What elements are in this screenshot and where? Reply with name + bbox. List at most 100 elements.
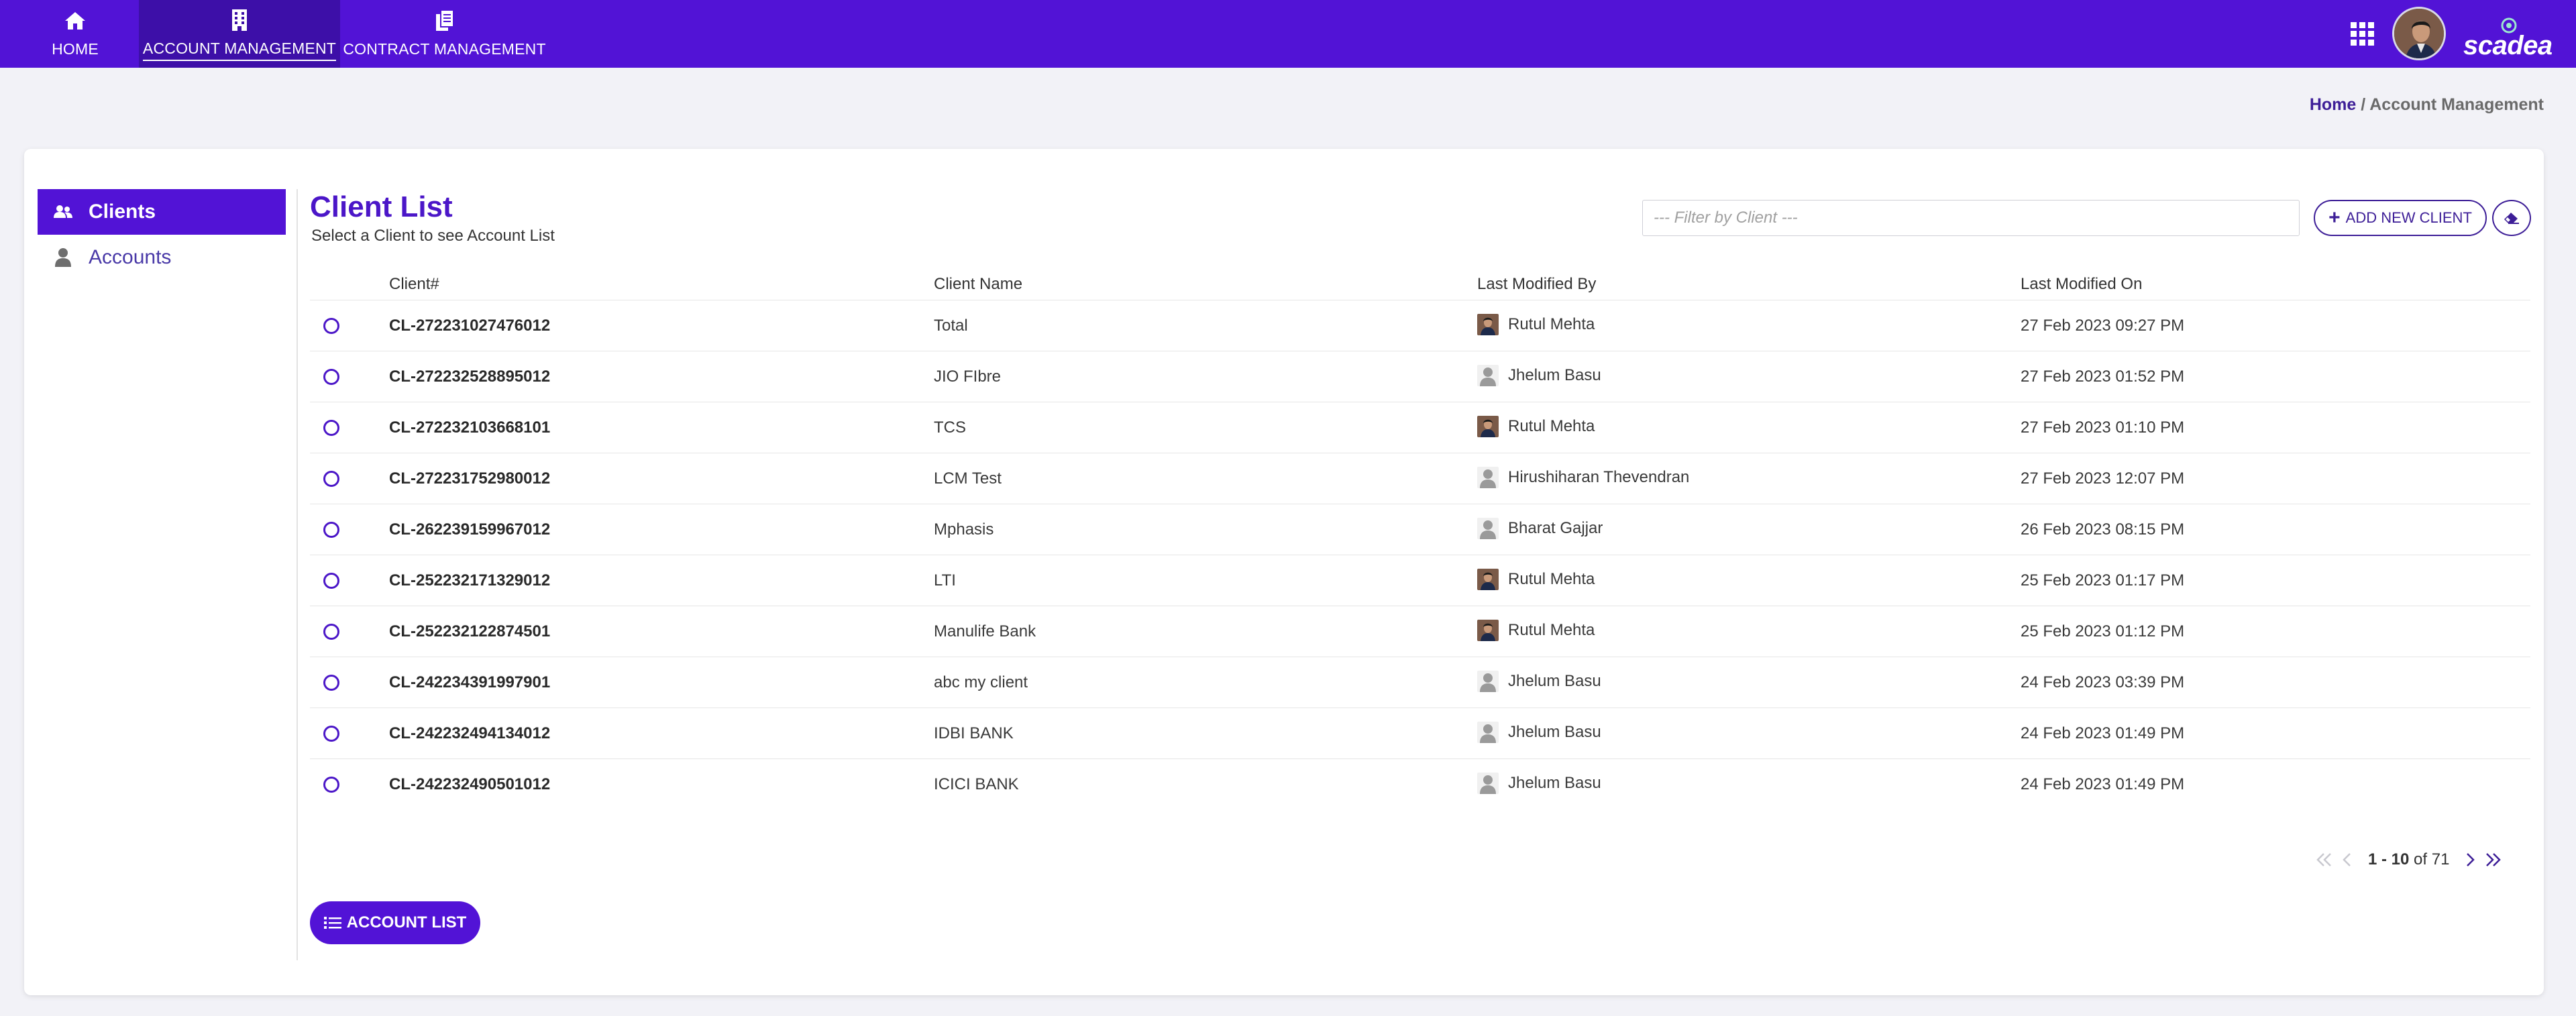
row-select-radio[interactable] [323,675,339,691]
page-title: Client List [310,190,453,223]
table-row[interactable]: CL-252232171329012 LTI Rutul Mehta 25 Fe… [310,555,2530,606]
row-select-radio[interactable] [323,624,339,640]
user-placeholder-icon [1477,365,1499,386]
last-page-icon[interactable] [2481,848,2504,871]
row-select-radio[interactable] [323,471,339,487]
user-icon [52,247,74,268]
row-select-radio[interactable] [323,573,339,589]
account-list-button[interactable]: ACCOUNT LIST [310,901,480,944]
client-name: JIO FIbre [934,368,1002,386]
sidebar-item-label: Accounts [89,246,172,268]
column-header-last-modified-on[interactable]: Last Modified On [2021,275,2142,294]
column-header-client-name[interactable]: Client Name [934,275,1022,294]
table-header: Client# Client Name Last Modified By Las… [310,267,2530,300]
table-row[interactable]: CL-272232103668101 TCS Rutul Mehta 27 Fe… [310,402,2530,453]
row-select-radio[interactable] [323,522,339,538]
column-header-client-id[interactable]: Client# [389,275,439,294]
first-page-icon[interactable] [2313,848,2336,871]
user-photo-icon [1477,620,1499,641]
top-navigation-bar: HOME ACCOUNT MANAGEMENT CONTRACT MANAGEM… [0,0,2576,68]
client-id: CL-242232490501012 [389,775,551,793]
table-row[interactable]: CL-272231027476012 Total Rutul Mehta 27 … [310,300,2530,351]
modified-on: 24 Feb 2023 03:39 PM [2021,673,2185,691]
modified-by-name: Rutul Mehta [1508,621,1595,639]
client-name: Mphasis [934,520,994,539]
modified-by-name: Jhelum Basu [1508,774,1601,792]
user-avatar[interactable] [2392,7,2446,60]
table-row[interactable]: CL-252232122874501 Manulife Bank Rutul M… [310,606,2530,657]
add-new-client-button[interactable]: + ADD NEW CLIENT [2314,200,2487,236]
modified-on: 25 Feb 2023 01:17 PM [2021,571,2185,589]
modified-by-name: Rutul Mehta [1508,417,1595,435]
client-table-body: CL-272231027476012 Total Rutul Mehta 27 … [310,300,2530,810]
table-row[interactable]: CL-272232528895012 JIO FIbre Jhelum Basu… [310,351,2530,402]
user-placeholder-icon [1477,722,1499,743]
filter-by-client-input[interactable] [1642,200,2300,236]
modified-by: Rutul Mehta [1477,314,1595,335]
brand-name: scadea [2463,31,2553,60]
modified-by-name: Bharat Gajjar [1508,519,1603,537]
client-name: Manulife Bank [934,622,1036,640]
account-list-label: ACCOUNT LIST [346,913,467,932]
modified-by: Bharat Gajjar [1477,518,1603,539]
sidebar-item-accounts[interactable]: Accounts [38,235,286,280]
client-name: LCM Test [934,469,1002,488]
page-subtitle: Select a Client to see Account List [311,227,555,245]
modified-by-name: Jhelum Basu [1508,672,1601,690]
client-id: CL-272232103668101 [389,418,551,437]
sidebar-item-clients[interactable]: Clients [38,189,286,235]
table-row[interactable]: CL-242234391997901 abc my client Jhelum … [310,657,2530,708]
list-icon [323,915,341,930]
row-select-radio[interactable] [323,369,339,385]
modified-by: Rutul Mehta [1477,569,1595,590]
documents-icon [431,8,458,34]
clear-filter-button[interactable] [2492,200,2531,236]
breadcrumb-current: Account Management [2369,95,2544,114]
breadcrumb: Home / Account Management [2310,95,2544,115]
modified-by: Jhelum Basu [1477,773,1601,794]
page-range: 1 - 10 of 71 [2368,850,2449,869]
user-photo-icon [1477,569,1499,590]
table-row[interactable]: CL-272231752980012 LCM Test Hirushiharan… [310,453,2530,504]
main-card: Clients Accounts Client List Select a Cl… [24,149,2544,995]
vertical-divider [297,189,298,960]
row-select-radio[interactable] [323,777,339,793]
modified-by: Jhelum Basu [1477,365,1601,386]
modified-on: 27 Feb 2023 01:52 PM [2021,368,2185,386]
modified-by-name: Jhelum Basu [1508,723,1601,741]
breadcrumb-home-link[interactable]: Home [2310,95,2356,114]
pagination: 1 - 10 of 71 [2313,846,2504,873]
row-select-radio[interactable] [323,420,339,436]
table-row[interactable]: CL-242232490501012 ICICI BANK Jhelum Bas… [310,759,2530,810]
sidebar-item-label: Clients [89,201,156,223]
user-placeholder-icon [1477,773,1499,794]
nav-home[interactable]: HOME [38,0,113,68]
nav-account-management[interactable]: ACCOUNT MANAGEMENT [139,0,340,68]
building-icon [226,7,253,33]
modified-by: Hirushiharan Thevendran [1477,467,1689,488]
client-id: CL-272231027476012 [389,317,551,335]
nav-contract-management[interactable]: CONTRACT MANAGEMENT [343,0,546,68]
client-id: CL-242232494134012 [389,724,551,742]
next-page-icon[interactable] [2459,848,2481,871]
modified-on: 27 Feb 2023 12:07 PM [2021,469,2185,488]
modified-by-name: Jhelum Basu [1508,366,1601,384]
row-select-radio[interactable] [323,726,339,742]
page-total: 71 [2431,850,2450,868]
row-select-radio[interactable] [323,318,339,334]
user-photo-icon [1477,416,1499,437]
eraser-icon [2503,210,2520,227]
breadcrumb-separator: / [2356,95,2370,114]
previous-page-icon[interactable] [2336,848,2359,871]
client-id: CL-252232171329012 [389,571,551,589]
page-range-value: 1 - 10 [2368,850,2410,868]
apps-grid-icon[interactable] [2351,22,2375,46]
table-row[interactable]: CL-262239159967012 Mphasis Bharat Gajjar… [310,504,2530,555]
users-icon [52,201,74,223]
nav-account-management-label: ACCOUNT MANAGEMENT [142,40,337,61]
client-id: CL-272231752980012 [389,469,551,488]
table-row[interactable]: CL-242232494134012 IDBI BANK Jhelum Basu… [310,708,2530,759]
column-header-last-modified-by[interactable]: Last Modified By [1477,275,1596,294]
home-icon [62,8,89,34]
nav-home-label: HOME [52,40,99,58]
